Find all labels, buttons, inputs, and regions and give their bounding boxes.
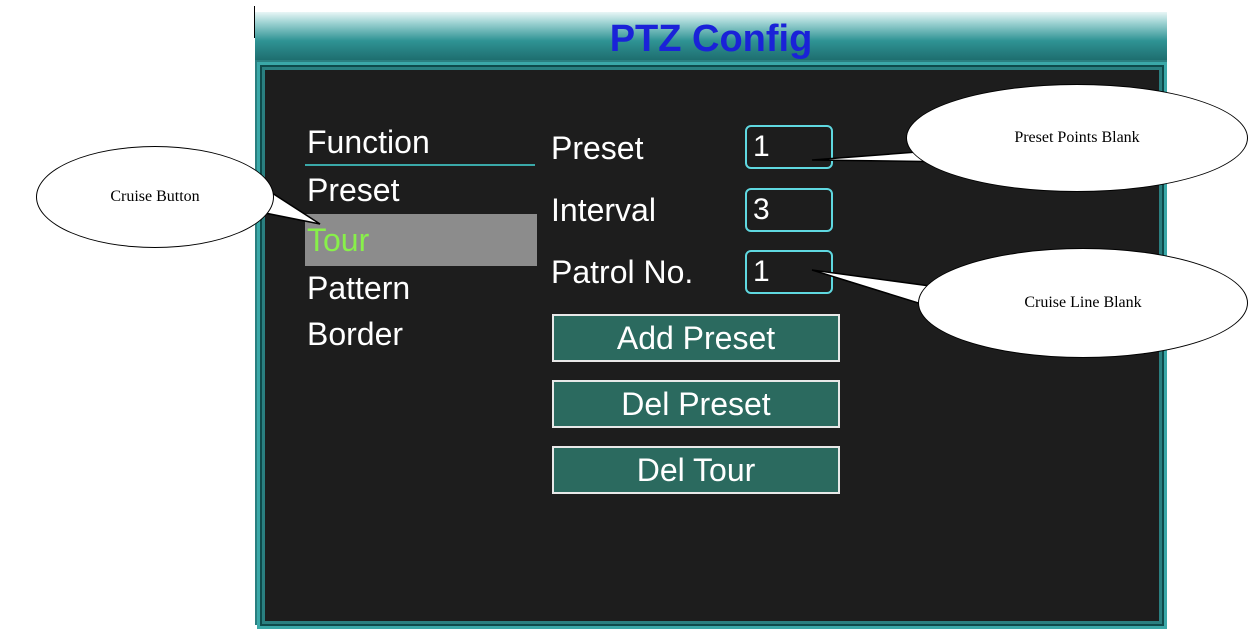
dialog-title: PTZ Config xyxy=(609,18,813,60)
del-preset-button[interactable]: Del Preset xyxy=(552,380,840,428)
menu-item-border[interactable]: Border xyxy=(307,316,403,352)
menu-header-underline xyxy=(305,164,535,166)
del-tour-button[interactable]: Del Tour xyxy=(552,446,840,494)
menu-header-function: Function xyxy=(307,124,430,160)
callout-cruise-line-blank: Cruise Line Blank xyxy=(918,248,1248,358)
interval-field[interactable]: 3 xyxy=(745,188,833,232)
callout-cruise-button: Cruise Button xyxy=(36,146,274,248)
preset-field[interactable]: 1 xyxy=(745,125,833,169)
menu-item-pattern[interactable]: Pattern xyxy=(307,270,410,306)
menu-item-tour[interactable]: Tour xyxy=(307,222,369,258)
patrol-no-label: Patrol No. xyxy=(551,254,694,290)
callout-preset-points-blank: Preset Points Blank xyxy=(906,84,1248,192)
patrol-no-field[interactable]: 1 xyxy=(745,250,833,294)
menu-item-preset[interactable]: Preset xyxy=(307,172,399,208)
interval-label: Interval xyxy=(551,192,656,228)
add-preset-button[interactable]: Add Preset xyxy=(552,314,840,362)
preset-label: Preset xyxy=(551,130,644,166)
